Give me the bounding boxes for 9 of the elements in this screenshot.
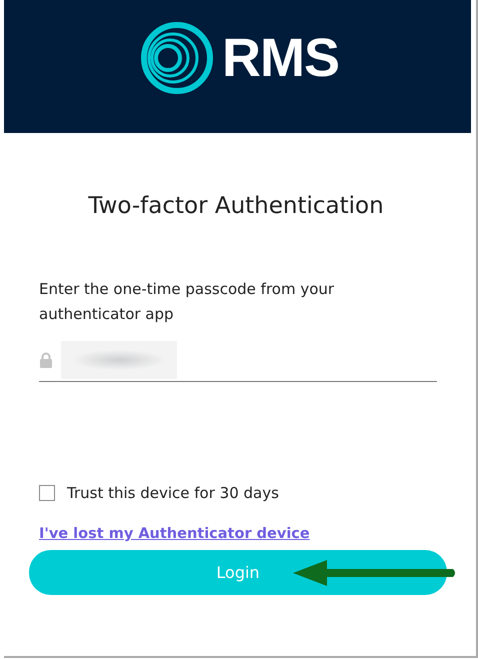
logo-text: RMS xyxy=(222,31,339,85)
lost-device-link[interactable]: I've lost my Authenticator device xyxy=(39,526,310,542)
logo-rings-icon xyxy=(140,21,214,95)
lock-icon xyxy=(39,352,53,368)
instruction-text: Enter the one-time passcode from your authenticator app xyxy=(39,279,336,325)
checkbox[interactable] xyxy=(39,485,55,501)
passcode-field[interactable] xyxy=(39,339,437,382)
page-title: Two-factor Authentication xyxy=(87,193,385,219)
checkbox-label: Trust this device for 30 days xyxy=(67,484,279,502)
